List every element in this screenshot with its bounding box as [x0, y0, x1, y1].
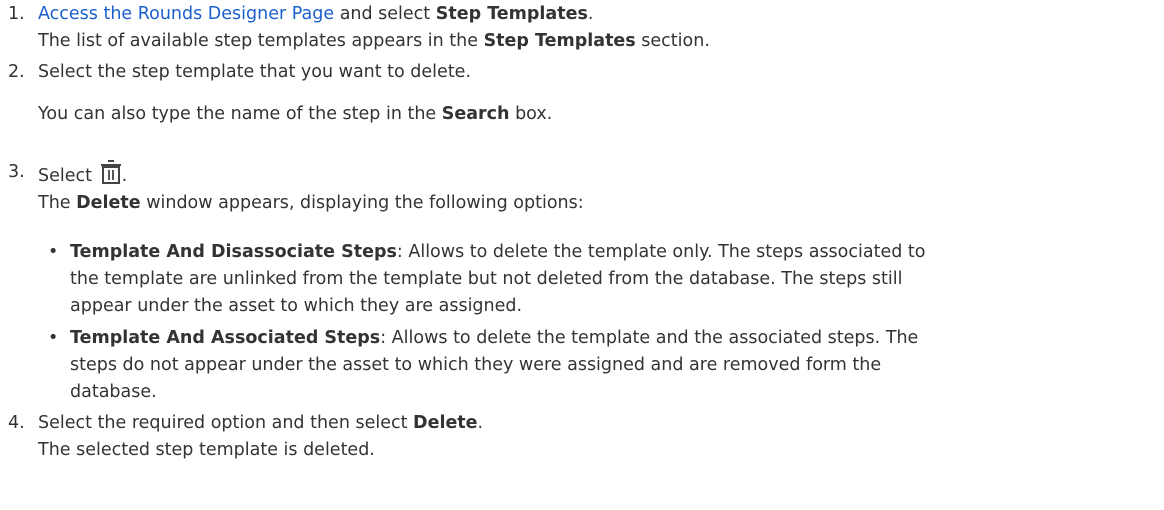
step-4-result: The selected step template is deleted.: [38, 440, 375, 460]
delete-window-label: Delete: [76, 193, 141, 213]
trash-icon: [100, 160, 121, 184]
option-title: Template And Disassociate Steps: [70, 242, 397, 262]
step-2-instruction: Select the step template that you want t…: [38, 62, 472, 82]
rounds-designer-link[interactable]: Access the Rounds Designer Page: [38, 4, 334, 24]
step-number: 3.: [8, 162, 25, 182]
search-label: Search: [441, 104, 510, 124]
step-4-instruction: Select the required option and then sele…: [38, 413, 484, 433]
bullet-icon: •: [48, 242, 59, 262]
step-number: 2.: [8, 62, 25, 82]
bullet-icon: •: [48, 328, 59, 348]
step-templates-label: Step Templates: [435, 4, 588, 24]
step-1-result: The list of available step templates app…: [38, 31, 710, 51]
step-2-note: You can also type the name of the step i…: [38, 104, 553, 124]
step-number: 1.: [8, 4, 25, 24]
step-3-result: The Delete window appears, displaying th…: [38, 193, 584, 213]
delete-button-label: Delete: [413, 413, 478, 433]
procedure-document: 1. Access the Rounds Designer Page and s…: [0, 0, 1164, 510]
step-3-instruction: Select .: [38, 159, 1148, 190]
step-number: 4.: [8, 413, 25, 433]
step-1-instruction: Access the Rounds Designer Page and sele…: [38, 4, 594, 24]
option-title: Template And Associated Steps: [70, 328, 381, 348]
